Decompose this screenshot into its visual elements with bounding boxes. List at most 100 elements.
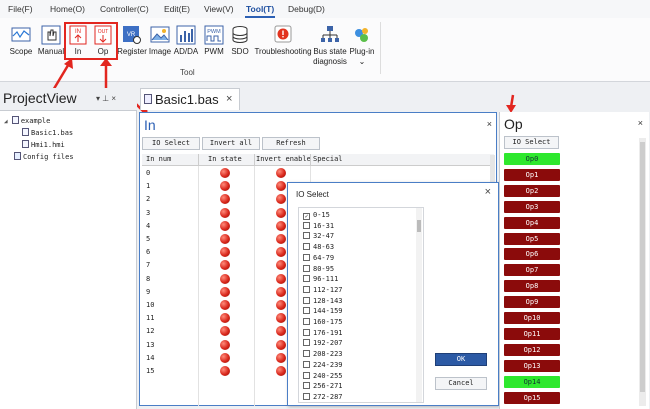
range-checkbox-row[interactable]: 224-239 xyxy=(303,360,343,369)
invert-enable-led[interactable] xyxy=(276,168,286,178)
invert-enable-led[interactable] xyxy=(276,234,286,244)
output-button[interactable]: Op1 xyxy=(504,168,560,181)
checkbox[interactable] xyxy=(303,285,310,293)
output-button[interactable]: Op2 xyxy=(504,184,560,197)
range-checkbox-row[interactable]: 160-175 xyxy=(303,318,343,326)
invert-enable-led[interactable] xyxy=(276,300,286,310)
range-checkbox-row[interactable]: 80-95 xyxy=(303,264,334,273)
invert-enable-led[interactable] xyxy=(276,366,286,376)
range-checkbox-row[interactable]: 64-79 xyxy=(303,253,334,262)
output-button[interactable]: Op14 xyxy=(504,375,560,388)
checkbox[interactable] xyxy=(303,382,310,390)
close-icon[interactable]: × xyxy=(487,119,492,129)
checkbox[interactable] xyxy=(303,296,310,304)
invert-enable-led[interactable] xyxy=(276,313,286,324)
io-select-button[interactable]: IO Select xyxy=(504,136,559,149)
output-button[interactable]: Op10 xyxy=(504,312,560,324)
menu-edit[interactable]: Edit(E) xyxy=(164,4,190,14)
scrollbar-thumb[interactable] xyxy=(417,220,421,232)
output-button[interactable]: Op4 xyxy=(504,216,560,229)
project-view-controls[interactable]: ▾ ⊥ × xyxy=(96,94,116,103)
range-checkbox-row[interactable]: 208-223 xyxy=(303,350,343,358)
invert-enable-led[interactable] xyxy=(276,260,286,271)
tab-basic1[interactable]: Basic1.bas × xyxy=(140,88,240,110)
io-select-button[interactable]: IO Select xyxy=(142,137,200,150)
pwm-button[interactable]: PWM PWM xyxy=(201,22,227,74)
invert-enable-led[interactable] xyxy=(276,247,286,258)
range-checkbox-row[interactable]: 128-143 xyxy=(303,296,343,305)
tree-item-basic1[interactable]: Basic1.bas xyxy=(22,128,73,137)
range-checkbox-row[interactable]: 96-111 xyxy=(303,275,338,283)
checkbox[interactable] xyxy=(303,307,310,315)
invert-enable-led[interactable] xyxy=(276,194,286,205)
checkbox[interactable] xyxy=(303,328,310,336)
range-checkbox-row[interactable]: 272-287 xyxy=(303,392,343,401)
checkbox[interactable] xyxy=(303,232,310,240)
invert-enable-led[interactable] xyxy=(276,352,286,363)
register-button[interactable]: VR Register xyxy=(117,22,147,74)
range-checkbox-row[interactable]: 192-207 xyxy=(303,339,343,347)
scrollbar-thumb[interactable] xyxy=(640,142,645,392)
plug-in-button[interactable]: Plug-in ⌄ xyxy=(348,22,376,74)
checkbox[interactable] xyxy=(303,264,310,272)
checkbox[interactable] xyxy=(303,371,310,379)
output-button[interactable]: Op13 xyxy=(504,359,560,372)
output-button[interactable]: Op9 xyxy=(504,296,560,309)
checkbox[interactable] xyxy=(303,350,310,358)
invert-all-button[interactable]: Invert all xyxy=(202,137,260,150)
invert-enable-led[interactable] xyxy=(276,207,286,218)
range-checkbox-row[interactable]: 176-191 xyxy=(303,328,343,337)
output-button[interactable]: Op5 xyxy=(504,232,560,245)
range-checkbox-row[interactable]: 256-271 xyxy=(303,382,343,390)
ok-button[interactable]: OK xyxy=(435,353,487,366)
output-button[interactable]: Op6 xyxy=(504,248,560,261)
invert-enable-led[interactable] xyxy=(276,286,286,297)
menu-controller[interactable]: Controller(C) xyxy=(100,4,149,14)
checkbox[interactable] xyxy=(303,339,310,347)
close-icon[interactable]: × xyxy=(485,186,491,198)
sdo-button[interactable]: SDO xyxy=(228,22,252,74)
menu-debug[interactable]: Debug(D) xyxy=(288,4,325,14)
checkbox[interactable]: ✓ xyxy=(303,213,310,220)
troubleshooting-button[interactable]: Troubleshooting xyxy=(254,22,312,74)
tree-item-config-files[interactable]: Config files xyxy=(14,152,74,161)
menu-view[interactable]: View(V) xyxy=(204,4,234,14)
output-button[interactable]: Op7 xyxy=(504,264,560,277)
output-button[interactable]: Op8 xyxy=(504,280,560,293)
checkbox[interactable] xyxy=(303,243,310,251)
checkbox[interactable] xyxy=(303,392,310,400)
checkbox[interactable] xyxy=(303,221,310,229)
tree-item-example[interactable]: ◢ example xyxy=(4,116,50,125)
checkbox[interactable] xyxy=(303,318,310,325)
close-icon[interactable]: × xyxy=(638,118,643,128)
output-button[interactable]: Op0 xyxy=(504,153,560,165)
range-checkbox-row[interactable]: 32-47 xyxy=(303,232,334,240)
invert-enable-led[interactable] xyxy=(276,181,286,192)
bus-state-diagnosis-button[interactable]: Bus state diagnosis xyxy=(312,22,348,74)
output-button[interactable]: Op3 xyxy=(504,200,560,213)
range-checkbox-row[interactable]: ✓ 0-15 xyxy=(303,211,330,220)
output-button[interactable]: Op12 xyxy=(504,343,560,356)
invert-enable-led[interactable] xyxy=(276,326,286,337)
menu-home[interactable]: Home(O) xyxy=(50,4,85,14)
range-checkbox-row[interactable]: 16-31 xyxy=(303,221,334,230)
range-checkbox-row[interactable]: 112-127 xyxy=(303,285,343,294)
range-checkbox-row[interactable]: 48-63 xyxy=(303,243,334,251)
checkbox[interactable] xyxy=(303,253,310,261)
range-checkbox-row[interactable]: 240-255 xyxy=(303,371,343,380)
range-checkbox-row[interactable]: 144-159 xyxy=(303,307,343,315)
menu-tool[interactable]: Tool(T) xyxy=(246,4,274,14)
invert-enable-led[interactable] xyxy=(276,273,286,284)
adda-button[interactable]: AD/DA xyxy=(172,22,200,74)
tree-item-hmi1[interactable]: Hmi1.hmi xyxy=(22,140,65,149)
invert-enable-led[interactable] xyxy=(276,339,286,350)
output-button[interactable]: Op11 xyxy=(504,327,560,340)
close-icon[interactable]: × xyxy=(226,93,232,105)
checkbox[interactable] xyxy=(303,360,310,368)
scope-button[interactable]: Scope xyxy=(6,22,36,74)
output-button[interactable]: Op15 xyxy=(504,391,560,404)
invert-enable-led[interactable] xyxy=(276,220,286,231)
image-button[interactable]: Image xyxy=(148,22,172,74)
checkbox[interactable] xyxy=(303,275,310,283)
refresh-button[interactable]: Refresh xyxy=(262,137,320,150)
